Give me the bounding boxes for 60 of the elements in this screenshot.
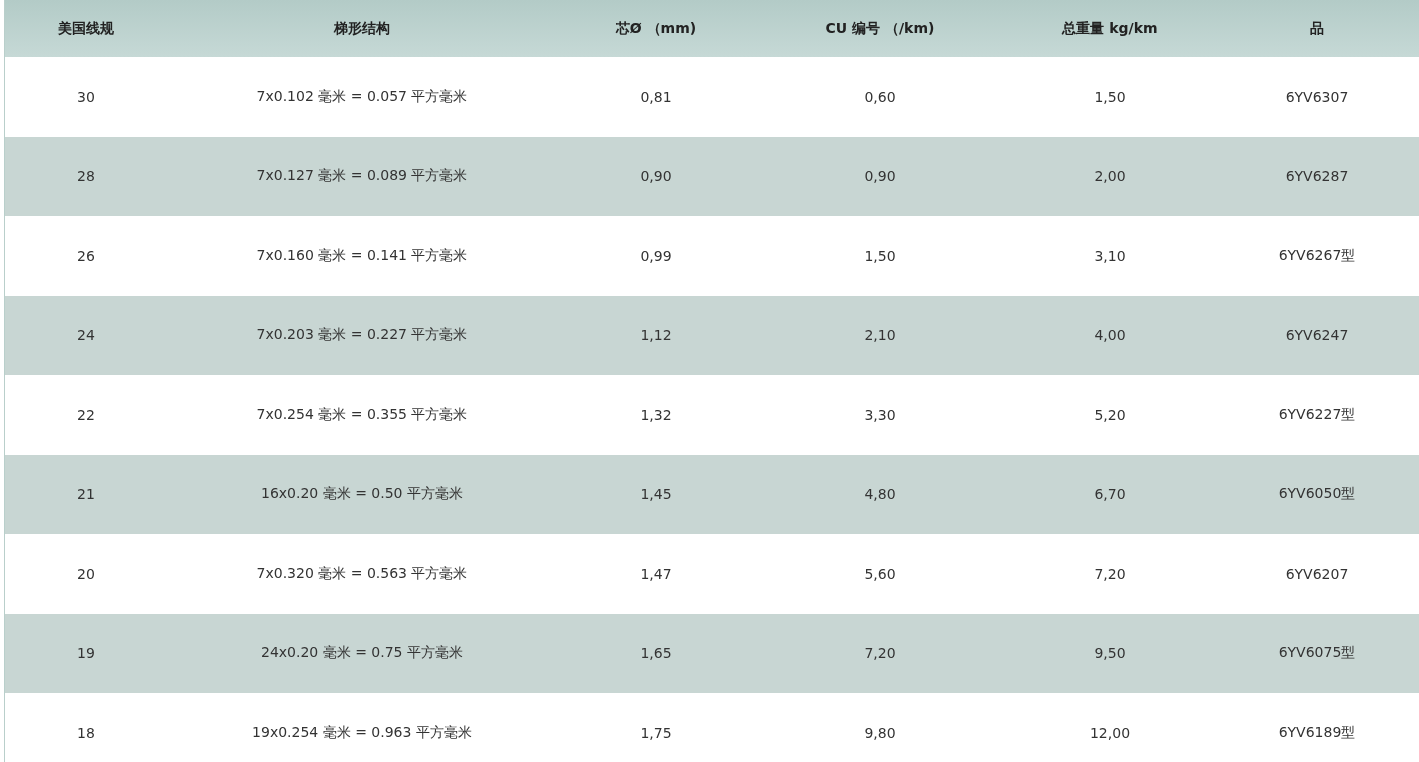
column-header: 总重量 kg/km bbox=[1060, 18, 1159, 38]
table-cell-text: 6YV6227型 bbox=[1277, 404, 1357, 424]
table-cell-text: 22 bbox=[76, 405, 96, 425]
table-cell-text: 1,12 bbox=[639, 326, 673, 346]
table-cell-text: 5,20 bbox=[1093, 405, 1127, 425]
table-cell-text: 12,00 bbox=[1088, 723, 1132, 743]
table-cell-text: 1,45 bbox=[639, 485, 673, 505]
table-cell-text: 4,00 bbox=[1093, 326, 1127, 346]
table-cell-text: 2,00 bbox=[1093, 167, 1127, 187]
table-cell-text: 6YV6189型 bbox=[1277, 722, 1357, 742]
table-cell-text: 7x0.102 毫米 = 0.057 平方毫米 bbox=[255, 86, 469, 106]
table-cell-text: 1,47 bbox=[639, 564, 673, 584]
table-cell-text: 7x0.127 毫米 = 0.089 平方毫米 bbox=[255, 166, 469, 186]
table-cell-text: 1,65 bbox=[639, 644, 673, 664]
table-cell-text: 1,75 bbox=[639, 723, 673, 743]
table-cell-text: 30 bbox=[76, 87, 96, 107]
table-cell-text: 6YV6207 bbox=[1284, 564, 1350, 584]
column-header: 美国线规 bbox=[57, 18, 115, 38]
table-cell-text: 6YV6267型 bbox=[1277, 245, 1357, 265]
table-cell-text: 6YV6247 bbox=[1284, 326, 1350, 346]
column-header: CU 编号 （/km) bbox=[824, 18, 936, 38]
table-cell-text: 20 bbox=[76, 564, 96, 584]
table-cell-text: 7x0.320 毫米 = 0.563 平方毫米 bbox=[255, 563, 469, 583]
table-cell-text: 3,10 bbox=[1093, 246, 1127, 266]
table-cell-text: 7x0.203 毫米 = 0.227 平方毫米 bbox=[255, 325, 469, 345]
table-cell-text: 7x0.160 毫米 = 0.141 平方毫米 bbox=[255, 245, 469, 265]
table-cell-text: 16x0.20 毫米 = 0.50 平方毫米 bbox=[260, 484, 464, 504]
column-header: 梯形结构 bbox=[333, 18, 391, 38]
table-cell-text: 21 bbox=[76, 485, 96, 505]
table-cell-text: 24x0.20 毫米 = 0.75 平方毫米 bbox=[260, 643, 464, 663]
table-cell-text: 18 bbox=[76, 723, 96, 743]
table-cell-text: 24 bbox=[76, 326, 96, 346]
table-cell-text: 1,50 bbox=[1093, 87, 1127, 107]
table-cell-text: 0,99 bbox=[639, 246, 673, 266]
table-cell-text: 5,60 bbox=[863, 564, 897, 584]
table-cell-text: 19 bbox=[76, 644, 96, 664]
table-cell-text: 6,70 bbox=[1093, 485, 1127, 505]
table-cell-text: 0,81 bbox=[639, 87, 673, 107]
table-cell-text: 3,30 bbox=[863, 405, 897, 425]
table-cell-text: 7,20 bbox=[1093, 564, 1127, 584]
table-cell-text: 7x0.254 毫米 = 0.355 平方毫米 bbox=[255, 404, 469, 424]
table-cell-text: 9,80 bbox=[863, 723, 897, 743]
table-cell-text: 6YV6307 bbox=[1284, 87, 1350, 107]
table-cell-text: 6YV6287 bbox=[1284, 167, 1350, 187]
table-cell-text: 9,50 bbox=[1093, 644, 1127, 664]
column-header: 品 bbox=[1309, 18, 1325, 38]
table-cell-text: 4,80 bbox=[863, 485, 897, 505]
table-cell-text: 6YV6050型 bbox=[1277, 484, 1357, 504]
table-cell-text: 2,10 bbox=[863, 326, 897, 346]
table-cell-text: 26 bbox=[76, 246, 96, 266]
table-cell-text: 6YV6075型 bbox=[1277, 643, 1357, 663]
table-cell-text: 7,20 bbox=[863, 644, 897, 664]
table-cell-text: 28 bbox=[76, 167, 96, 187]
table-cell-text: 0,60 bbox=[863, 87, 897, 107]
column-header: 芯Ø （mm) bbox=[614, 18, 698, 38]
table-cell-text: 1,50 bbox=[863, 246, 897, 266]
table-cell-text: 19x0.254 毫米 = 0.963 平方毫米 bbox=[251, 722, 473, 742]
table-cell-text: 0,90 bbox=[863, 167, 897, 187]
table-cell-text: 1,32 bbox=[639, 405, 673, 425]
table-cell-text: 0,90 bbox=[639, 167, 673, 187]
